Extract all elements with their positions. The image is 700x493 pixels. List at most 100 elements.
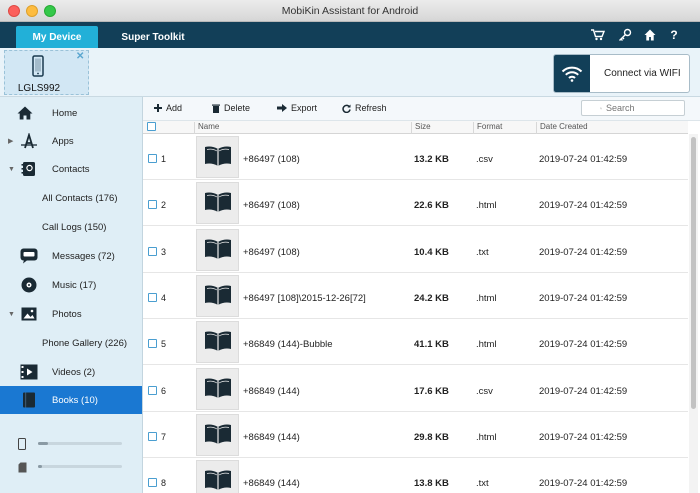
sidebar: Home ▶ Apps ▼ Contacts All Contacts (176… [0,97,143,493]
sidebar-item-label: Apps [52,135,74,147]
table-row[interactable]: 3 +86497 (108) 10.4 KB .txt 2019-07-24 01:42… [143,226,688,273]
search-input[interactable] [606,103,684,113]
export-button[interactable]: Export [277,103,317,113]
tab-super-toolkit[interactable]: Super Toolkit [110,26,196,48]
book-thumbnail [196,228,239,271]
table-row[interactable]: 2 +86497 (108) 22.6 KB .html 2019-07-24 01:4… [143,180,688,227]
table-header: Name Size Format Date Created [143,121,688,134]
window-title: MobiKin Assistant for Android [281,5,419,17]
book-thumbnail [196,460,239,493]
device-close-icon[interactable]: ✕ [76,51,84,62]
help-icon[interactable]: ? [666,27,682,43]
sidebar-item-label: Home [52,107,78,119]
search-box[interactable] [581,100,685,116]
row-name: +86497 (108) [243,154,300,165]
column-header-name[interactable]: Name [194,122,411,134]
row-size: 24.2 KB [414,292,449,304]
row-index: 2 [161,200,167,211]
table-row[interactable]: 5 +86849 (144)-Bubble 41.1 KB .html 2019-07-… [143,319,688,366]
row-size: 29.8 KB [414,431,449,443]
select-all-checkbox[interactable] [147,122,156,134]
caret-right-icon[interactable]: ▶ [8,137,13,145]
table-row[interactable]: 7 +86849 (144) 29.8 KB .html 2019-07-24 01:4… [143,411,688,458]
book-icon [204,145,232,169]
row-date: 2019-07-24 01:42:59 [539,292,628,304]
book-thumbnail [196,274,239,317]
row-checkbox[interactable] [148,339,157,349]
sidebar-item-music[interactable]: Music (17) [0,271,142,299]
delete-button[interactable]: Delete [212,103,250,113]
home-icon [16,104,34,122]
column-header-format[interactable]: Format [473,122,536,134]
sidebar-item-label: Messages (72) [52,250,115,262]
row-date: 2019-07-24 01:42:59 [539,385,628,397]
sidebar-item-label: All Contacts (176) [42,192,118,204]
row-size: 10.4 KB [414,246,449,258]
row-name: +86849 (144) [243,478,300,490]
row-date: 2019-07-24 01:42:59 [539,200,628,212]
sidebar-item-home[interactable]: Home [0,99,142,127]
book-icon [204,191,232,215]
sidebar-item-videos[interactable]: Videos (2) [0,358,142,386]
table-row[interactable]: 6 +86849 (144) 17.6 KB .csv 2019-07-24 01:42… [143,365,688,412]
key-icon[interactable] [617,27,633,43]
row-size: 41.1 KB [414,339,449,351]
book-thumbnail [196,413,239,456]
row-size: 22.6 KB [414,200,449,212]
row-size: 13.2 KB [414,154,449,165]
column-header-date[interactable]: Date Created [536,122,688,134]
photos-icon [20,305,38,323]
row-name: +86497 (108) [243,246,300,258]
phone-icon [32,55,44,77]
cart-icon[interactable] [590,27,606,43]
phone-storage-fill [38,442,49,445]
row-checkbox[interactable] [148,246,157,256]
caret-down-icon[interactable]: ▼ [8,311,15,318]
row-checkbox[interactable] [148,385,157,395]
sidebar-item-contacts[interactable]: ▼ Contacts [0,155,142,183]
music-icon [20,276,38,294]
sidebar-item-label: Photos [52,308,82,320]
add-button[interactable]: Add [154,103,182,113]
sidebar-item-books[interactable]: Books (10) [0,386,142,414]
book-icon [204,377,232,401]
sidebar-item-apps[interactable]: ▶ Apps [0,127,142,155]
refresh-button[interactable]: Refresh [342,103,387,113]
apps-icon [20,132,38,150]
row-checkbox[interactable] [148,431,157,441]
table-row[interactable]: 8 +86849 (144) 13.8 KB .txt 2019-07-24 01:42… [143,458,688,493]
book-icon [204,330,232,354]
sidebar-item-phone-gallery[interactable]: Phone Gallery (226) [0,329,142,357]
row-format: .html [476,200,497,212]
connect-wifi-button[interactable]: Connect via WIFI [553,54,690,93]
caret-down-icon[interactable]: ▼ [8,166,15,173]
row-name: +86849 (144) [243,431,300,443]
row-checkbox[interactable] [148,478,157,488]
row-size: 17.6 KB [414,385,449,397]
device-name: LGLS992 [17,83,61,94]
row-index: 5 [161,339,167,350]
sidebar-item-call-logs[interactable]: Call Logs (150) [0,213,142,241]
column-header-size[interactable]: Size [411,122,473,134]
sd-storage-bar [38,465,122,468]
refresh-label: Refresh [355,103,387,113]
row-checkbox[interactable] [148,154,157,163]
row-date: 2019-07-24 01:42:59 [539,478,628,490]
table-row[interactable]: 4 +86497 [108]\2015-12-26[72] 24.2 KB .html… [143,272,688,319]
sidebar-item-all-contacts[interactable]: All Contacts (176) [0,184,142,212]
table-scrollbar-thumb[interactable] [691,137,696,409]
tab-my-device[interactable]: My Device [16,26,98,48]
trash-icon [212,104,220,113]
home-icon[interactable] [642,27,658,43]
table-row[interactable]: 1 +86497 (108) 13.2 KB .csv 2019-07-24 01:42… [143,134,688,180]
row-format: .csv [476,385,493,397]
books-icon [20,391,38,409]
row-checkbox[interactable] [148,292,157,302]
videos-icon [20,363,38,381]
export-arrow-icon [277,104,287,112]
sidebar-item-messages[interactable]: Messages (72) [0,242,142,270]
row-checkbox[interactable] [148,200,157,210]
sidebar-item-photos[interactable]: ▼ Photos [0,300,142,328]
phone-storage [18,437,128,451]
sidebar-item-label: Music (17) [52,279,97,291]
